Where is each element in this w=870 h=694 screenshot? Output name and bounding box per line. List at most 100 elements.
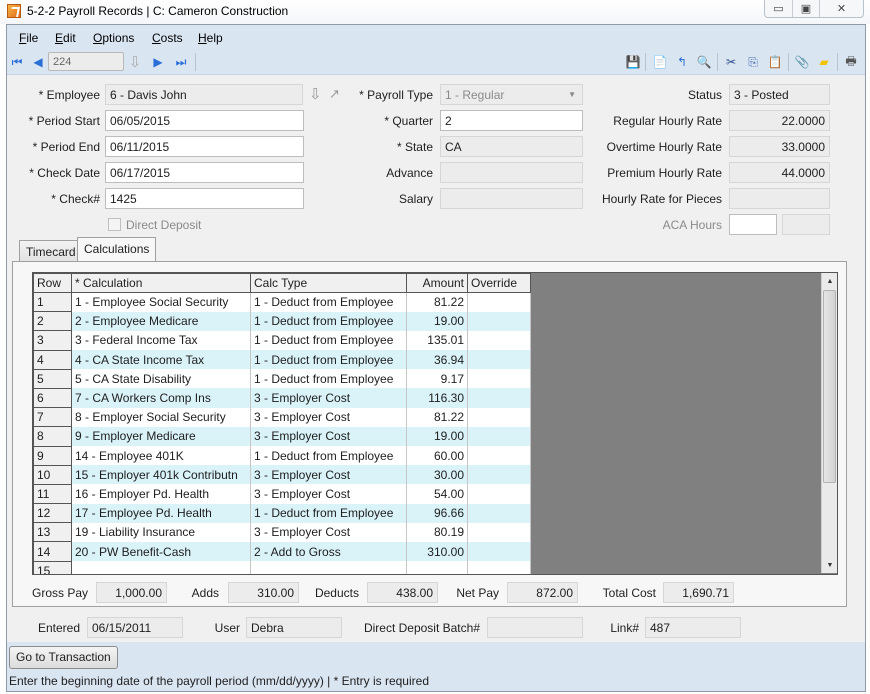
menu-help[interactable]: Help	[198, 31, 223, 45]
table-row[interactable]: 14 20 - PW Benefit-Cash 2 - Add to Gross 31…	[33, 541, 531, 562]
amount-cell[interactable]: 80.19	[406, 522, 468, 542]
row-number-cell[interactable]: 5	[33, 368, 72, 389]
override-cell[interactable]	[467, 522, 531, 542]
table-row[interactable]: 12 17 - Employee Pd. Health 1 - Deduct fro…	[33, 503, 531, 524]
advance-field[interactable]	[440, 162, 583, 183]
row-number-cell[interactable]: 14	[33, 541, 72, 562]
maximize-button[interactable]: ▣	[792, 0, 819, 17]
calculation-cell[interactable]: 5 - CA State Disability	[71, 369, 251, 389]
override-cell[interactable]	[467, 446, 531, 466]
tab-calculations[interactable]: Calculations	[77, 237, 157, 262]
employee-lookup-icon[interactable]: ⇩	[309, 85, 322, 103]
state-field[interactable]: CA	[440, 136, 583, 157]
row-number-cell[interactable]: 6	[33, 387, 72, 409]
employee-open-icon[interactable]: ↗	[329, 86, 340, 102]
calc-type-cell[interactable]: 3 - Employer Cost	[250, 407, 407, 427]
scroll-down-icon[interactable]: ▼	[822, 557, 837, 573]
employee-field[interactable]: 6 - Davis John	[105, 84, 303, 105]
calc-type-cell[interactable]: 1 - Deduct from Employee	[250, 292, 407, 312]
scroll-thumb[interactable]	[823, 290, 836, 483]
amount-cell[interactable]: 19.00	[406, 311, 468, 331]
table-row[interactable]: 22 - Employee Medicare 1 - Deduct from Em…	[33, 311, 531, 332]
row-number-cell[interactable]: 1	[33, 291, 72, 313]
amount-cell[interactable]: 310.00	[406, 541, 468, 562]
table-row[interactable]: 9 14 - Employee 401K 1 - Deduct from Emplo…	[33, 445, 531, 466]
override-cell[interactable]	[467, 369, 531, 389]
calculation-cell[interactable]: 20 - PW Benefit-Cash	[71, 541, 251, 562]
record-number-input[interactable]	[48, 52, 124, 71]
undo-icon[interactable]: ↰	[674, 54, 690, 70]
paste-icon[interactable]: 📋	[767, 54, 783, 70]
override-cell[interactable]	[467, 503, 531, 523]
new-record-icon[interactable]: 📄	[652, 54, 668, 70]
cut-icon[interactable]: ✂	[723, 54, 739, 70]
column-header-row[interactable]: Row	[33, 273, 72, 293]
calculation-cell[interactable]: 16 - Employer Pd. Health	[71, 484, 251, 504]
row-number-cell[interactable]: 15	[33, 560, 72, 574]
override-cell[interactable]	[467, 541, 531, 562]
row-number-cell[interactable]: 2	[33, 311, 72, 332]
table-row[interactable]: 15	[33, 560, 531, 574]
print-icon[interactable]: 🖶	[843, 54, 859, 70]
table-row[interactable]: 11 - Employee Social Security 1 - Deduct …	[33, 291, 531, 313]
row-number-cell[interactable]: 11	[33, 483, 72, 505]
go-to-transaction-button[interactable]: Go to Transaction	[9, 646, 118, 669]
calc-type-cell[interactable]: 1 - Deduct from Employee	[250, 311, 407, 331]
calculation-cell[interactable]: 8 - Employer Social Security	[71, 407, 251, 427]
calculation-cell[interactable]: 2 - Employee Medicare	[71, 311, 251, 331]
calculation-cell[interactable]: 3 - Federal Income Tax	[71, 330, 251, 351]
attachment-icon[interactable]: 📎	[794, 54, 810, 70]
table-row[interactable]: 11 16 - Employer Pd. Health 3 - Employer C…	[33, 483, 531, 505]
override-cell[interactable]	[467, 350, 531, 370]
row-number-cell[interactable]: 4	[33, 349, 72, 370]
table-row[interactable]: 13 19 - Liability Insurance 3 - Employer C…	[33, 522, 531, 543]
calculation-cell[interactable]: 7 - CA Workers Comp Ins	[71, 388, 251, 408]
table-row[interactable]: 89 - Employer Medicare 3 - Employer Cost 1…	[33, 426, 531, 447]
amount-cell[interactable]: 36.94	[406, 350, 468, 370]
override-cell[interactable]	[467, 465, 531, 485]
save-icon[interactable]: 💾	[625, 54, 641, 70]
amount-cell[interactable]: 116.30	[406, 388, 468, 408]
calc-type-cell[interactable]: 3 - Employer Cost	[250, 465, 407, 485]
calc-type-cell[interactable]: 3 - Employer Cost	[250, 522, 407, 542]
row-number-cell[interactable]: 13	[33, 522, 72, 543]
amount-cell[interactable]: 19.00	[406, 426, 468, 446]
calculation-cell[interactable]: 14 - Employee 401K	[71, 446, 251, 466]
copy-icon[interactable]: ⎘	[745, 54, 761, 70]
tab-timecard[interactable]: Timecard	[19, 240, 83, 263]
calculation-cell[interactable]: 17 - Employee Pd. Health	[71, 503, 251, 523]
column-header-calculation[interactable]: * Calculation	[71, 273, 251, 293]
row-number-cell[interactable]: 9	[33, 445, 72, 466]
column-header-override[interactable]: Override	[467, 273, 531, 293]
table-row[interactable]: 55 - CA State Disability 1 - Deduct from …	[33, 368, 531, 389]
calc-type-cell[interactable]: 1 - Deduct from Employee	[250, 330, 407, 351]
first-record-icon[interactable]: ⏮	[9, 54, 25, 70]
override-cell[interactable]	[467, 561, 531, 574]
table-row[interactable]: 10 15 - Employer 401k Contributn 3 - Emplo…	[33, 464, 531, 485]
minimize-button[interactable]: ▭	[765, 0, 792, 17]
calculation-cell[interactable]: 19 - Liability Insurance	[71, 522, 251, 542]
calc-type-cell[interactable]	[250, 561, 407, 574]
payroll-type-select[interactable]: 1 - Regular ▼	[440, 84, 583, 105]
calc-type-cell[interactable]: 3 - Employer Cost	[250, 388, 407, 408]
prev-record-icon[interactable]: ◀	[30, 54, 46, 70]
menu-costs[interactable]: Costs	[152, 31, 183, 45]
calc-type-cell[interactable]: 3 - Employer Cost	[250, 426, 407, 446]
calc-type-cell[interactable]: 2 - Add to Gross	[250, 541, 407, 562]
calculation-cell[interactable]: 4 - CA State Income Tax	[71, 350, 251, 370]
calc-type-cell[interactable]: 1 - Deduct from Employee	[250, 369, 407, 389]
calculation-cell[interactable]	[71, 561, 251, 574]
last-record-icon[interactable]: ⏭	[173, 54, 189, 70]
calculation-cell[interactable]: 9 - Employer Medicare	[71, 426, 251, 446]
menu-options[interactable]: Options	[93, 31, 134, 45]
override-cell[interactable]	[467, 388, 531, 408]
salary-field[interactable]	[440, 188, 583, 209]
menu-edit[interactable]: Edit	[55, 31, 76, 45]
direct-deposit-checkbox[interactable]	[108, 218, 121, 231]
grid-vertical-scrollbar[interactable]: ▲ ▼	[821, 273, 837, 573]
calc-type-cell[interactable]: 1 - Deduct from Employee	[250, 350, 407, 370]
table-row[interactable]: 44 - CA State Income Tax 1 - Deduct from …	[33, 349, 531, 370]
amount-cell[interactable]: 81.22	[406, 292, 468, 312]
calculation-cell[interactable]: 1 - Employee Social Security	[71, 292, 251, 312]
scroll-up-icon[interactable]: ▲	[822, 273, 837, 289]
